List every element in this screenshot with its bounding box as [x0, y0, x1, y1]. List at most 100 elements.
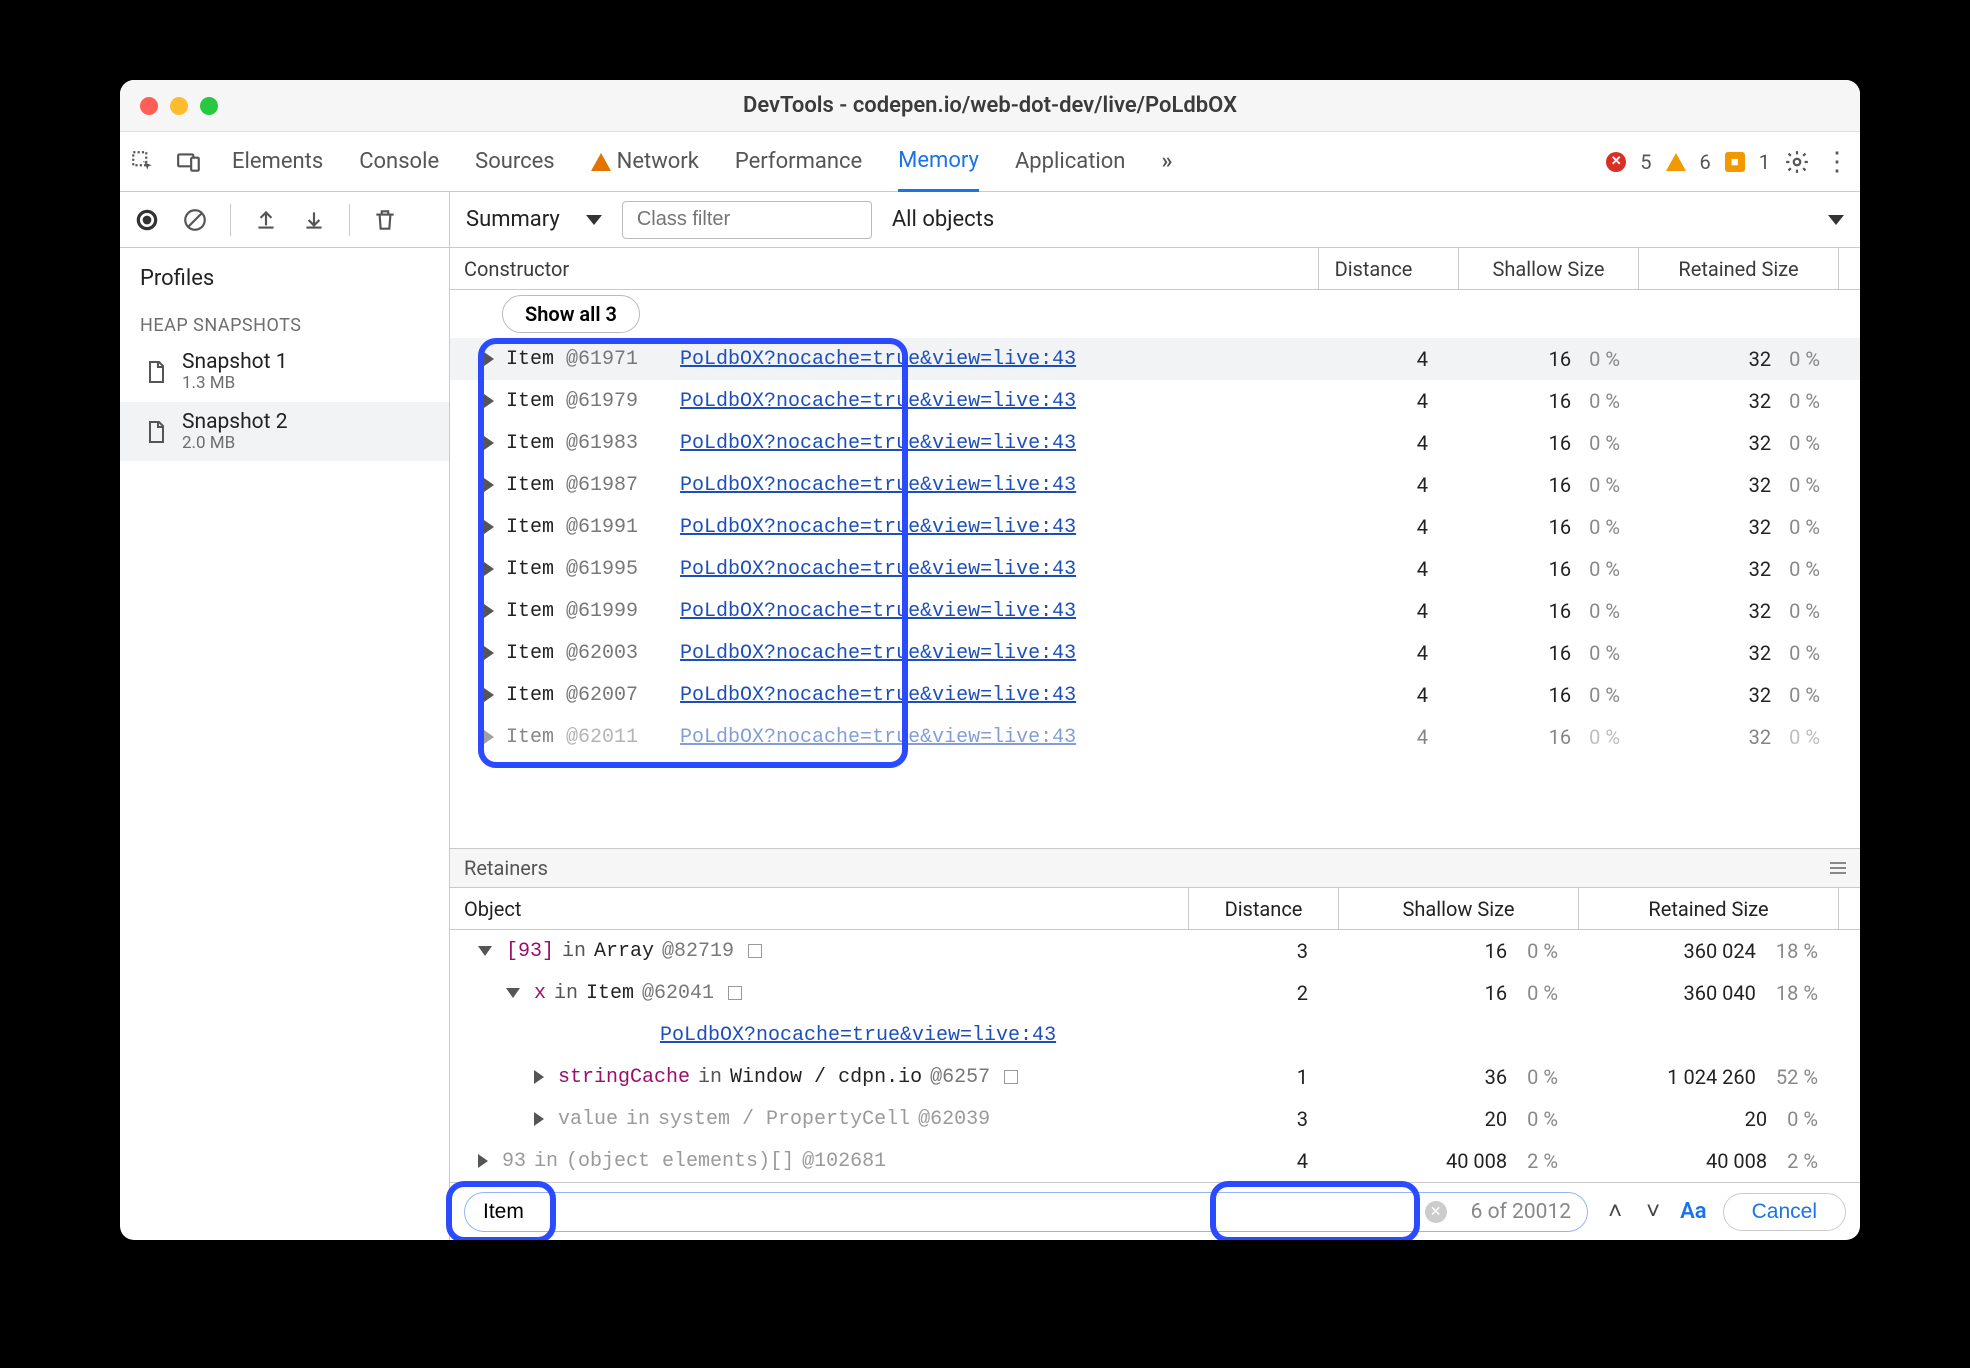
source-link[interactable]: PoLdbOX?nocache=true&view=live:43	[680, 390, 1076, 413]
expand-icon[interactable]	[484, 604, 494, 618]
expand-icon[interactable]	[534, 1112, 544, 1126]
minimize-window-icon[interactable]	[170, 97, 188, 115]
expand-icon[interactable]	[484, 352, 494, 366]
in-keyword: in	[698, 1066, 722, 1089]
retainers-header[interactable]: Retainers	[450, 848, 1860, 888]
show-all-button[interactable]: Show all 3	[502, 295, 640, 333]
record-icon[interactable]	[134, 207, 160, 233]
expand-icon[interactable]	[484, 562, 494, 576]
collapse-icon[interactable]	[506, 988, 520, 998]
table-row[interactable]: Item @61999 PoLdbOX?nocache=true&view=li…	[450, 590, 1860, 632]
settings-icon[interactable]	[1784, 149, 1810, 175]
col-retained[interactable]: Retained Size	[1578, 888, 1838, 929]
source-link[interactable]: PoLdbOX?nocache=true&view=live:43	[680, 600, 1076, 623]
scrollbar-gutter	[1838, 888, 1860, 929]
table-row[interactable]: Item @61995 PoLdbOX?nocache=true&view=li…	[450, 548, 1860, 590]
source-link[interactable]: PoLdbOX?nocache=true&view=live:43	[680, 684, 1076, 707]
snapshot-item[interactable]: Snapshot 2 2.0 MB	[120, 402, 449, 462]
table-row[interactable]: Item @61971 PoLdbOX?nocache=true&view=li…	[450, 338, 1860, 380]
expand-icon[interactable]	[484, 436, 494, 450]
search-input[interactable]	[481, 1199, 1411, 1225]
table-row[interactable]: Item @61979 PoLdbOX?nocache=true&view=li…	[450, 380, 1860, 422]
menu-icon[interactable]	[1830, 862, 1846, 874]
close-window-icon[interactable]	[140, 97, 158, 115]
table-row[interactable]: Item @62011 PoLdbOX?nocache=true&view=li…	[450, 716, 1860, 758]
expand-icon[interactable]	[484, 646, 494, 660]
table-row[interactable]: Item @61987 PoLdbOX?nocache=true&view=li…	[450, 464, 1860, 506]
col-object[interactable]: Object	[450, 888, 1188, 929]
grid-body[interactable]: Show all 3 Item @61971 PoLdbOX?nocache=t…	[450, 290, 1860, 848]
clear-search-icon[interactable]: ✕	[1425, 1201, 1447, 1223]
zoom-window-icon[interactable]	[200, 97, 218, 115]
col-distance[interactable]: Distance	[1188, 888, 1338, 929]
cell-retained: 320 %	[1638, 515, 1838, 539]
source-link[interactable]: PoLdbOX?nocache=true&view=live:43	[680, 726, 1076, 749]
source-link[interactable]: PoLdbOX?nocache=true&view=live:43	[680, 432, 1076, 455]
error-icon[interactable]: ✕	[1606, 152, 1626, 172]
col-shallow[interactable]: Shallow Size	[1338, 888, 1578, 929]
source-link[interactable]: PoLdbOX?nocache=true&view=live:43	[680, 642, 1076, 665]
expand-icon[interactable]	[484, 394, 494, 408]
chevron-down-icon[interactable]	[1828, 215, 1844, 225]
col-constructor[interactable]: Constructor	[450, 248, 1318, 289]
expand-icon[interactable]	[534, 1070, 544, 1084]
expand-icon[interactable]	[484, 520, 494, 534]
tab-network[interactable]: Network	[591, 132, 699, 191]
tab-elements[interactable]: Elements	[232, 132, 323, 191]
inspect-icon[interactable]	[130, 149, 156, 175]
source-link[interactable]: PoLdbOX?nocache=true&view=live:43	[680, 516, 1076, 539]
kebab-icon[interactable]: ⋮	[1824, 149, 1850, 175]
expand-icon[interactable]	[484, 730, 494, 744]
delete-icon[interactable]	[372, 207, 398, 233]
retainer-row[interactable]: x in Item @62041 2 160 % 360 04018 %	[450, 972, 1860, 1014]
panel-tabbar: Elements Console Sources Network Perform…	[120, 132, 1860, 192]
constructor-name: Item	[506, 600, 554, 623]
cell-shallow: 160 %	[1458, 557, 1638, 581]
table-row[interactable]: Item @61991 PoLdbOX?nocache=true&view=li…	[450, 506, 1860, 548]
table-row[interactable]: Item @61983 PoLdbOX?nocache=true&view=li…	[450, 422, 1860, 464]
search-prev-icon[interactable]: ˄	[1604, 1197, 1626, 1226]
source-link[interactable]: PoLdbOX?nocache=true&view=live:43	[680, 348, 1076, 371]
expand-icon[interactable]	[484, 688, 494, 702]
view-dropdown[interactable]: Summary	[466, 207, 602, 232]
expand-icon[interactable]	[484, 478, 494, 492]
col-retained[interactable]: Retained Size	[1638, 248, 1838, 289]
retainer-row[interactable]: value in system / PropertyCell @62039 3 …	[450, 1098, 1860, 1140]
save-icon[interactable]	[301, 207, 327, 233]
cell-shallow: 160 %	[1458, 347, 1638, 371]
tab-console[interactable]: Console	[359, 132, 439, 191]
tab-performance[interactable]: Performance	[735, 132, 862, 191]
all-objects-dropdown[interactable]: All objects	[892, 207, 994, 232]
retainers-body[interactable]: [93] in Array @82719 3 160 % 360 02418 %…	[450, 930, 1860, 1182]
retainer-row[interactable]: [93] in Array @82719 3 160 % 360 02418 %	[450, 930, 1860, 972]
issues-icon[interactable]: ■	[1725, 152, 1745, 172]
search-cancel-button[interactable]: Cancel	[1723, 1193, 1846, 1231]
cell-shallow: 160 %	[1458, 515, 1638, 539]
tab-application[interactable]: Application	[1015, 132, 1125, 191]
retainer-row[interactable]: stringCache in Window / cdpn.io @6257 1 …	[450, 1056, 1860, 1098]
collapse-icon[interactable]	[478, 946, 492, 956]
expand-icon[interactable]	[478, 1154, 488, 1168]
load-icon[interactable]	[253, 207, 279, 233]
more-tabs-icon[interactable]: »	[1161, 149, 1172, 174]
class-filter[interactable]	[622, 201, 872, 239]
tab-memory[interactable]: Memory	[898, 133, 979, 192]
table-row[interactable]: Item @62003 PoLdbOX?nocache=true&view=li…	[450, 632, 1860, 674]
col-shallow[interactable]: Shallow Size	[1458, 248, 1638, 289]
search-input-wrap[interactable]: ✕6 of 20012	[464, 1192, 1588, 1232]
snapshot-item[interactable]: Snapshot 1 1.3 MB	[120, 342, 449, 402]
source-link[interactable]: PoLdbOX?nocache=true&view=live:43	[680, 558, 1076, 581]
device-toolbar-icon[interactable]	[176, 149, 202, 175]
col-distance[interactable]: Distance	[1318, 248, 1458, 289]
search-next-icon[interactable]: ˅	[1642, 1197, 1664, 1226]
class-filter-input[interactable]	[635, 207, 859, 232]
table-row[interactable]: Item @62007 PoLdbOX?nocache=true&view=li…	[450, 674, 1860, 716]
match-case-toggle[interactable]: Aa	[1680, 1199, 1707, 1224]
retainer-row[interactable]: 93 in (object elements)[] @102681 4 40 0…	[450, 1140, 1860, 1182]
source-link[interactable]: PoLdbOX?nocache=true&view=live:43	[660, 1024, 1056, 1047]
source-link[interactable]: PoLdbOX?nocache=true&view=live:43	[680, 474, 1076, 497]
clear-icon[interactable]	[182, 207, 208, 233]
warning-icon[interactable]	[1666, 153, 1686, 171]
tab-sources[interactable]: Sources	[475, 132, 555, 191]
constructor-name: Item	[506, 726, 554, 749]
